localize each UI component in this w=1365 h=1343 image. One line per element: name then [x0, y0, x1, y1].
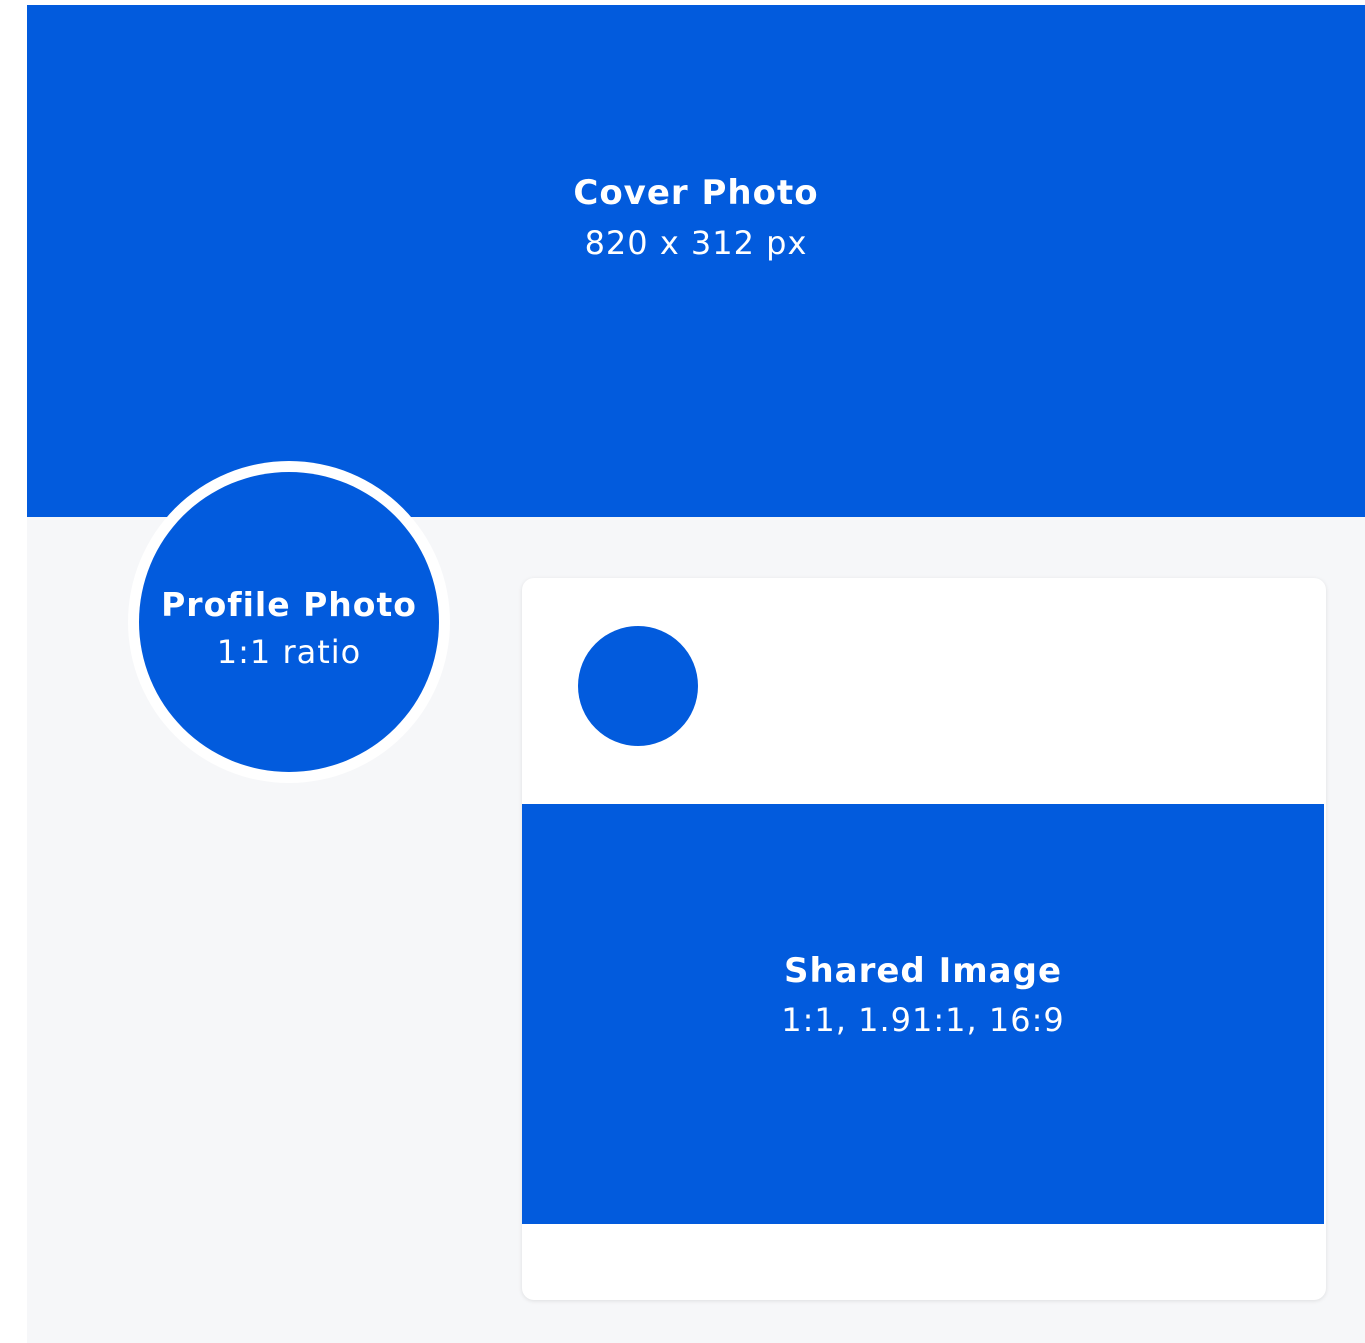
- shared-image-ratios: 1:1, 1.91:1, 16:9: [781, 1001, 1065, 1039]
- cover-photo-size: 820 x 312 px: [584, 224, 808, 262]
- profile-photo-ratio: 1:1 ratio: [216, 633, 362, 671]
- layout-canvas: Cover Photo 820 x 312 px Profile Photo 1…: [27, 5, 1365, 1343]
- cover-photo-area: Cover Photo 820 x 312 px: [27, 5, 1365, 517]
- profile-photo-area: Profile Photo 1:1 ratio: [139, 472, 439, 772]
- post-card: Shared Image 1:1, 1.91:1, 16:9: [522, 578, 1326, 1300]
- post-avatar: [578, 626, 698, 746]
- shared-image-area: Shared Image 1:1, 1.91:1, 16:9: [522, 804, 1324, 1224]
- profile-photo-title: Profile Photo: [161, 585, 417, 624]
- shared-image-title: Shared Image: [783, 951, 1063, 991]
- profile-photo-ring: Profile Photo 1:1 ratio: [128, 461, 450, 783]
- cover-photo-title: Cover Photo: [573, 173, 819, 213]
